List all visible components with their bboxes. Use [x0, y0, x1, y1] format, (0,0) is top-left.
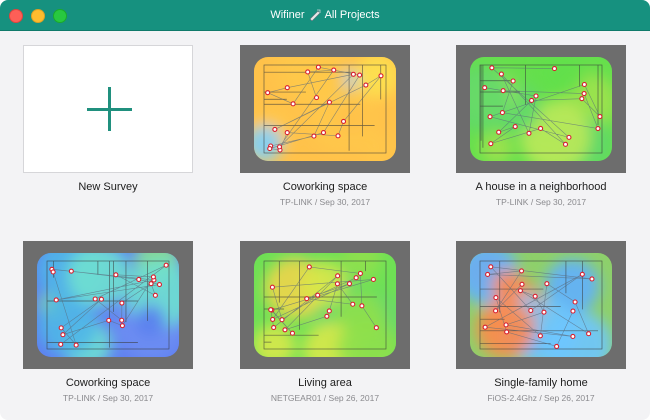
project-thumbnail[interactable]: [240, 241, 410, 369]
heatmap-floorplan-image: [254, 253, 396, 357]
app-name: Wifiner: [270, 9, 305, 21]
heatmap-floorplan-image: [254, 57, 396, 161]
new-survey-tile[interactable]: [23, 45, 193, 173]
project-title: Coworking space: [65, 377, 151, 389]
app-window: Wifiner All Projects New Survey Coworkin…: [0, 0, 650, 420]
new-survey-label: New Survey: [78, 181, 138, 193]
wifiner-app-icon: [309, 9, 321, 21]
heatmap-floorplan-image: [37, 253, 179, 357]
heatmap-floorplan-image: [470, 57, 612, 161]
project-title: Single-family home: [494, 377, 588, 389]
minimize-window-button[interactable]: [31, 9, 45, 23]
close-window-button[interactable]: [9, 9, 23, 23]
heatmap-floorplan-image: [470, 253, 612, 357]
project-title: A house in a neighborhood: [475, 181, 607, 193]
project-thumbnail[interactable]: [456, 241, 626, 369]
project-subtitle: FiOS-2.4Ghz / Sep 26, 2017: [487, 393, 595, 403]
project-thumbnail[interactable]: [456, 45, 626, 173]
project-title: Coworking space: [282, 181, 368, 193]
project-thumbnail[interactable]: [23, 241, 193, 369]
window-title: Wifiner All Projects: [270, 9, 380, 21]
window-controls: [9, 9, 67, 23]
project-subtitle: NETGEAR01 / Sep 26, 2017: [270, 393, 380, 403]
plus-icon: [87, 87, 132, 131]
project-subtitle: TP-LINK / Sep 30, 2017: [279, 197, 371, 207]
project-thumbnail[interactable]: [240, 45, 410, 173]
zoom-window-button[interactable]: [53, 9, 67, 23]
project-subtitle: TP-LINK / Sep 30, 2017: [495, 197, 587, 207]
title-bar[interactable]: Wifiner All Projects: [0, 0, 650, 31]
project-subtitle: TP-LINK / Sep 30, 2017: [62, 393, 154, 403]
project-title: Living area: [298, 377, 352, 389]
section-title: All Projects: [324, 9, 380, 21]
